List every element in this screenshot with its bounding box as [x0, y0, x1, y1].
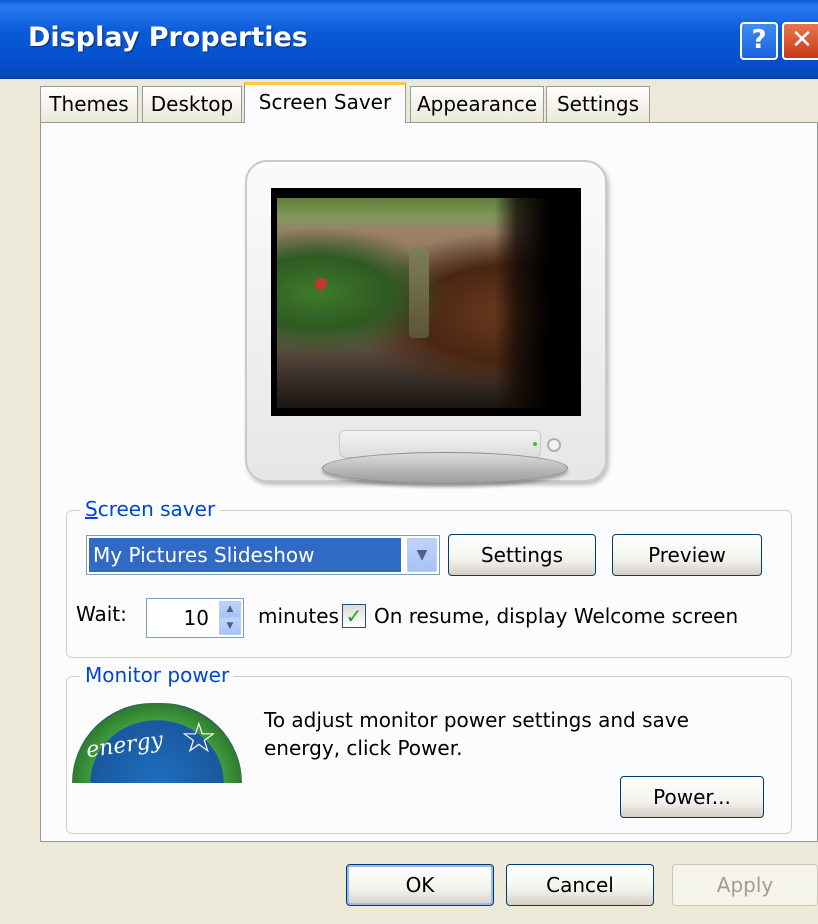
- star-icon: ☆: [180, 713, 218, 762]
- window-title: Display Properties: [28, 22, 308, 53]
- garden-post-image: [409, 248, 429, 338]
- tab-desktop[interactable]: Desktop: [142, 86, 242, 122]
- power-led: [533, 442, 537, 446]
- slideshow-preview-image: [277, 198, 549, 408]
- screen-saver-group-text: creen saver: [97, 497, 216, 521]
- wait-label: Wait:: [76, 602, 127, 626]
- wait-minutes-value[interactable]: 10: [147, 599, 209, 637]
- display-properties-window: Display Properties ? ✕ Themes Desktop Sc…: [0, 0, 818, 924]
- tab-settings[interactable]: Settings: [546, 86, 650, 122]
- settings-button[interactable]: Settings: [448, 534, 596, 576]
- resume-welcome-checkbox[interactable]: ✓: [342, 604, 366, 628]
- ok-button[interactable]: OK: [346, 864, 494, 906]
- title-bar[interactable]: Display Properties ? ✕: [0, 0, 818, 79]
- chevron-down-icon[interactable]: ▼: [407, 538, 437, 572]
- preview-screen: [271, 188, 581, 416]
- monitor-stand: [322, 452, 568, 484]
- energy-star-logo-text: energy: [84, 727, 165, 764]
- screen-saver-selected-value: My Pictures Slideshow: [89, 538, 401, 572]
- close-button[interactable]: ✕: [782, 22, 818, 60]
- minutes-label: minutes: [258, 604, 339, 628]
- screen-saver-group-label: Screen saver: [80, 497, 221, 521]
- screen-saver-select[interactable]: My Pictures Slideshow ▼: [86, 535, 440, 575]
- spin-up-icon[interactable]: ▲: [219, 601, 241, 618]
- apply-button: Apply: [672, 864, 818, 906]
- spin-down-icon[interactable]: ▼: [219, 618, 241, 635]
- wait-minutes-stepper[interactable]: 10 ▲ ▼: [146, 598, 244, 638]
- monitor-power-knob: [547, 438, 561, 452]
- preview-button[interactable]: Preview: [612, 534, 762, 576]
- tab-appearance[interactable]: Appearance: [410, 86, 544, 122]
- monitor-power-group-label: Monitor power: [80, 663, 235, 687]
- tab-screen-saver[interactable]: Screen Saver: [244, 82, 406, 123]
- resume-welcome-label[interactable]: On resume, display Welcome screen: [374, 604, 738, 628]
- help-button[interactable]: ?: [740, 22, 778, 60]
- tab-themes[interactable]: Themes: [40, 86, 138, 122]
- monitor-power-description: To adjust monitor power settings and sav…: [264, 708, 689, 760]
- monitor-preview: [245, 160, 607, 482]
- cancel-button[interactable]: Cancel: [506, 864, 654, 906]
- power-button[interactable]: Power...: [620, 776, 764, 818]
- flower-image: [315, 278, 327, 290]
